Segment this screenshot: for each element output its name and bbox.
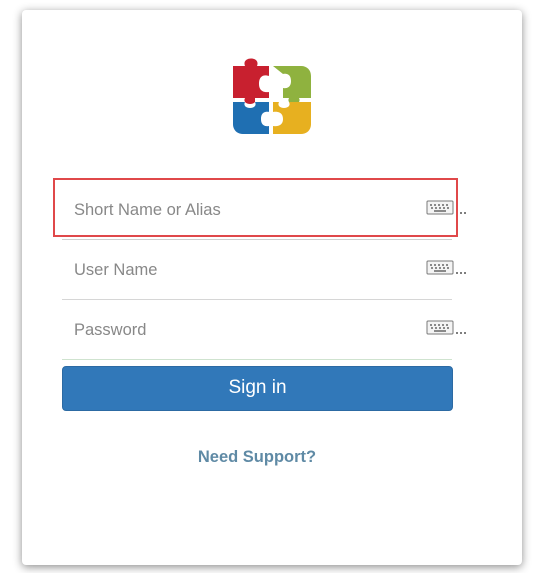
keyboard-icon[interactable] [426,260,468,276]
user-name-field [62,242,466,300]
sign-in-button[interactable]: Sign in [62,366,453,411]
password-field [62,302,466,360]
short-name-input[interactable] [74,182,414,238]
user-name-input[interactable] [74,242,414,298]
short-name-field [62,182,466,240]
puzzle-logo-icon [233,58,311,134]
need-support-link[interactable]: Need Support? [22,448,492,467]
keyboard-icon[interactable] [426,200,468,216]
keyboard-icon[interactable] [426,320,468,336]
password-input[interactable] [74,302,414,358]
login-card: Sign in Need Support? [22,10,522,565]
